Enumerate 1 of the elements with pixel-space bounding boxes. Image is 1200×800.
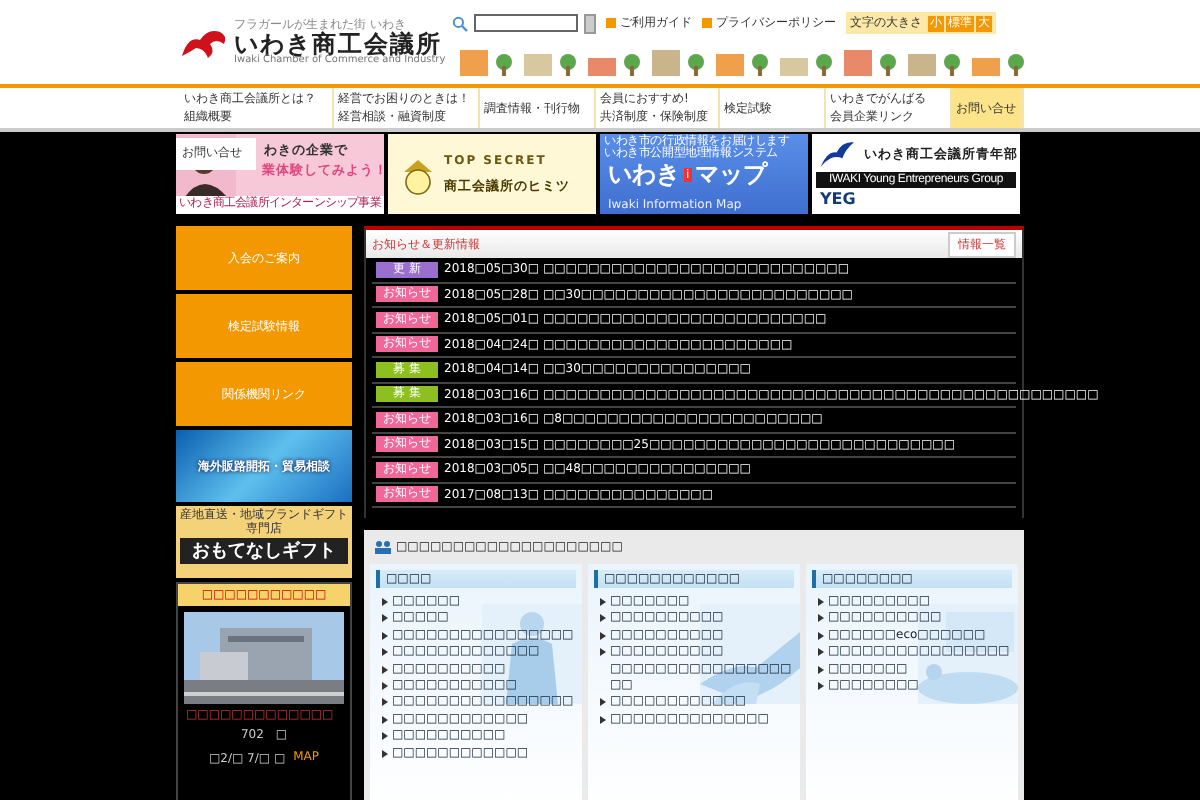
logo-title: いわき商工会議所 — [234, 31, 442, 55]
